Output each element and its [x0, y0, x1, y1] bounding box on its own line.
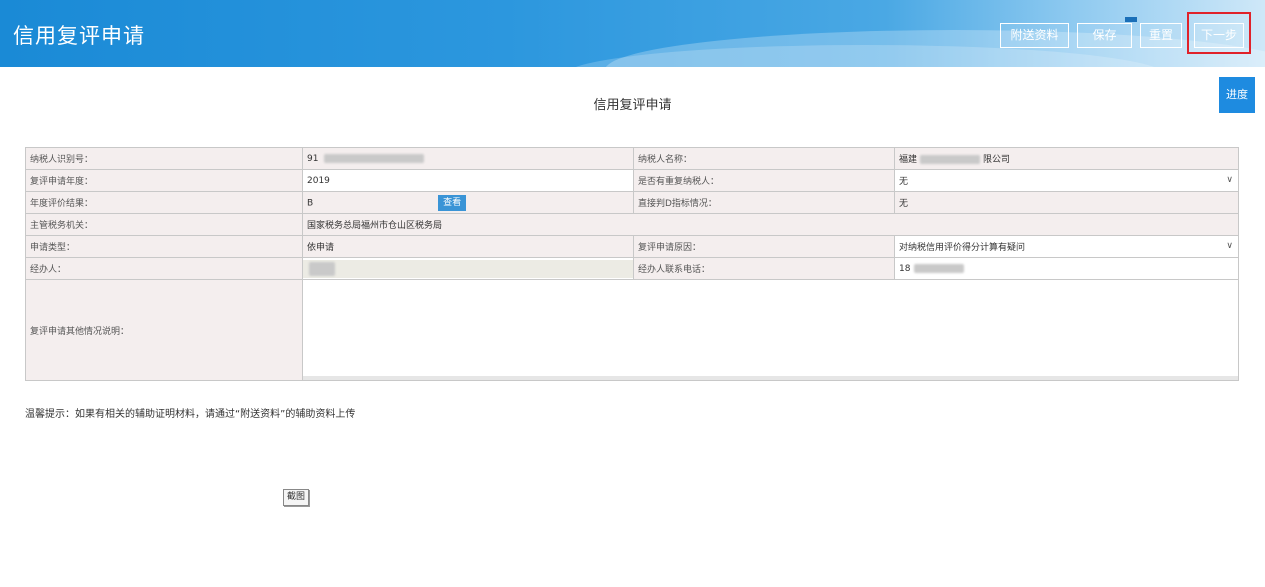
agent-input-field[interactable]: [303, 259, 633, 278]
pin-marker: [1125, 17, 1137, 22]
chevron-down-icon: ∨: [1226, 175, 1233, 185]
table-row: 经办人： 经办人联系电话： 18: [25, 257, 1239, 280]
table-row: 申请类型： 依申请 复评申请原因： 对纳税信用评价得分计算有疑问 ∨: [25, 235, 1239, 258]
reset-button[interactable]: 重置: [1140, 23, 1182, 48]
duplicate-taxpayer-value: 无: [899, 177, 909, 187]
table-row: 年度评价结果： B 查看 直接判D指标情况： 无: [25, 191, 1239, 214]
table-row: 主管税务机关： 国家税务总局福州市仓山区税务局: [25, 213, 1239, 236]
chevron-down-icon: ∨: [1226, 241, 1233, 251]
review-year-value[interactable]: 2019: [302, 169, 634, 192]
agent-phone-value: 18: [899, 263, 911, 274]
taxpayer-name-prefix: 福建: [899, 155, 918, 165]
taxpayer-name-label: 纳税人名称：: [633, 147, 895, 170]
application-form: 纳税人识别号： 91 纳税人名称： 福建 限公司 复评申请年度： 2019 是否有…: [25, 147, 1239, 381]
direct-d-label: 直接判D指标情况：: [633, 191, 895, 214]
duplicate-taxpayer-label: 是否有重复纳税人：: [633, 169, 895, 192]
evaluation-result-label: 年度评价结果：: [25, 191, 303, 214]
taxpayer-id-text: 91: [307, 153, 319, 164]
review-year-label: 复评申请年度：: [25, 169, 303, 192]
agent-label: 经办人：: [25, 257, 303, 280]
attach-materials-button[interactable]: 附送资料: [1000, 23, 1069, 48]
other-info-textarea[interactable]: [303, 280, 1238, 380]
taxpayer-name-value: 福建 限公司: [894, 147, 1239, 170]
agent-phone-label: 经办人联系电话：: [633, 257, 895, 280]
other-info-label: 复评申请其他情况说明：: [25, 279, 303, 381]
review-reason-value: 对纳税信用评价得分计算有疑问: [899, 243, 1026, 253]
apply-type-label: 申请类型：: [25, 235, 303, 258]
form-title: 信用复评申请: [593, 98, 672, 113]
evaluation-result-cell: B 查看: [302, 191, 634, 214]
taxpayer-id-value: 91: [302, 147, 634, 170]
review-reason-label: 复评申请原因：: [633, 235, 895, 258]
apply-type-value: 依申请: [302, 235, 634, 258]
highlight-box: [1187, 12, 1251, 54]
duplicate-taxpayer-select[interactable]: 无 ∨: [894, 169, 1239, 192]
table-row: 复评申请其他情况说明：: [25, 279, 1239, 381]
table-row: 复评申请年度： 2019 是否有重复纳税人： 无 ∨: [25, 169, 1239, 192]
tax-authority-value: 国家税务总局福州市仓山区税务局: [302, 213, 1239, 236]
agent-phone-input[interactable]: 18: [894, 257, 1239, 280]
screenshot-button[interactable]: 截图: [283, 489, 309, 506]
redaction-blur: [914, 263, 965, 273]
redaction-blur: [920, 155, 981, 164]
textarea-scrollbar[interactable]: [303, 376, 1238, 380]
table-row: 纳税人识别号： 91 纳税人名称： 福建 限公司: [25, 147, 1239, 170]
agent-input[interactable]: [302, 257, 634, 280]
review-reason-select[interactable]: 对纳税信用评价得分计算有疑问 ∨: [894, 235, 1239, 258]
tax-authority-label: 主管税务机关：: [25, 213, 303, 236]
direct-d-value: 无: [894, 191, 1239, 214]
redaction-blur: [309, 261, 335, 276]
save-button[interactable]: 保存: [1077, 23, 1132, 48]
page-header: 信用复评申请 附送资料 保存 重置 下一步: [0, 0, 1265, 67]
page-title: 信用复评申请: [13, 24, 145, 48]
taxpayer-name-suffix: 限公司: [983, 155, 1011, 165]
taxpayer-id-label: 纳税人识别号：: [25, 147, 303, 170]
other-info-cell: [302, 279, 1239, 381]
redaction-blur: [324, 153, 425, 163]
tip-text: 温馨提示：如果有相关的辅助证明材料，请通过“附送资料”的辅助资料上传: [25, 409, 356, 420]
evaluation-result-value: B: [307, 198, 314, 208]
view-button[interactable]: 查看: [438, 194, 467, 211]
